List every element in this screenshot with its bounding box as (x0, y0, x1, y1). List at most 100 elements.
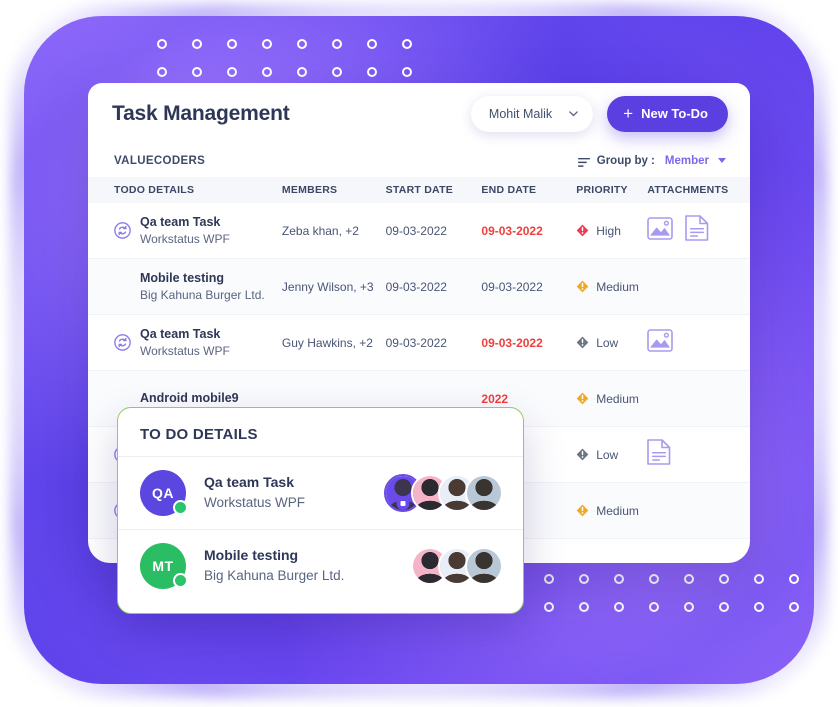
document-attachment-icon[interactable] (685, 215, 709, 246)
priority-diamond-icon (576, 392, 589, 405)
new-todo-label: New To-Do (641, 106, 708, 121)
decorative-dot (157, 39, 167, 49)
column-header-start-date: START DATE (385, 184, 454, 196)
popup-initials-label: QA (152, 485, 174, 501)
cell-todo-details: Qa team Task Workstatus WPF (114, 325, 282, 361)
table-subheader-bar: VALUECODERS Group by : Member (88, 144, 750, 177)
page-title: Task Management (112, 101, 290, 125)
popup-list-item[interactable]: MT Mobile testing Big Kahuna Burger Ltd. (118, 529, 523, 602)
decorative-dot-grid-bottom (544, 574, 799, 612)
user-select-dropdown[interactable]: Mohit Malik (470, 95, 594, 132)
task-text-group: Android mobile9 (140, 389, 239, 407)
cell-start-date: 09-03-2022 (385, 335, 447, 350)
document-attachment-icon[interactable] (647, 439, 671, 470)
priority-label: Low (596, 335, 619, 350)
cell-start-date: 09-03-2022 (385, 223, 447, 238)
decorative-dot (192, 67, 202, 77)
decorative-dot (579, 574, 589, 584)
decorative-dot (544, 602, 554, 612)
priority-label: Low (596, 447, 619, 462)
popup-task-subtitle: Workstatus WPF (204, 495, 306, 511)
decorative-dot (684, 602, 694, 612)
popup-initials-avatar: MT (140, 543, 188, 589)
cell-start-date: 09-03-2022 (385, 279, 447, 294)
sort-lines-icon (577, 155, 591, 167)
image-attachment-icon[interactable] (647, 328, 674, 357)
caret-down-icon (718, 158, 726, 163)
cell-priority: Medium (576, 392, 647, 406)
table-row[interactable]: Qa team Task Workstatus WPF Zeba khan, +2 0… (88, 203, 750, 259)
decorative-dot (332, 39, 342, 49)
priority-diamond-icon (576, 280, 589, 293)
decorative-dot (754, 574, 764, 584)
cell-todo-details: Qa team Task Workstatus WPF (114, 213, 282, 249)
task-subtitle: Workstatus WPF (140, 231, 230, 246)
decorative-dot (614, 602, 624, 612)
decorative-dot (262, 67, 272, 77)
group-by-control[interactable]: Group by : Member (577, 154, 726, 167)
avatar (465, 547, 503, 585)
decorative-dot (157, 67, 167, 77)
online-status-dot (173, 500, 188, 515)
task-name: Android mobile9 (140, 391, 239, 406)
cell-members: Zeba khan, +2 (281, 223, 359, 238)
online-status-dot (173, 573, 188, 588)
column-header-end-date: END DATE (481, 184, 537, 196)
cell-end-date: 09-03-2022 (481, 223, 543, 238)
cell-attachments (647, 439, 750, 470)
task-text-group: Qa team Task Workstatus WPF (140, 213, 230, 249)
column-header-attachments: ATTACHMENTS (647, 184, 729, 196)
group-by-value: Member (664, 154, 709, 167)
task-text-group: Qa team Task Workstatus WPF (140, 325, 230, 361)
priority-diamond-icon (576, 504, 589, 517)
cell-end-date: 09-03-2022 (481, 335, 543, 350)
decorative-dot (649, 574, 659, 584)
cell-end-date: 2022 (481, 391, 509, 406)
decorative-dot (719, 574, 729, 584)
cell-todo-details: Android mobile9 (114, 389, 282, 407)
app-header: Task Management Mohit Malik + New To-Do (88, 83, 750, 144)
decorative-dot (192, 39, 202, 49)
popup-list-item[interactable]: QA Qa team Task Workstatus WPF (118, 456, 523, 529)
decorative-dot (544, 574, 554, 584)
header-actions: Mohit Malik + New To-Do (470, 95, 728, 132)
decorative-dot (227, 39, 237, 49)
sync-status-icon[interactable] (114, 222, 131, 239)
task-subtitle: Big Kahuna Burger Ltd. (140, 287, 265, 302)
popup-task-name: Qa team Task (204, 473, 295, 490)
image-attachment-icon[interactable] (647, 216, 674, 245)
decorative-dot (262, 39, 272, 49)
priority-diamond-icon (576, 224, 589, 237)
user-name-label: Mohit Malik (488, 106, 553, 121)
decorative-dot-grid-top (157, 39, 412, 77)
organization-name: VALUECODERS (114, 154, 206, 167)
popup-title: TO DO DETAILS (140, 426, 258, 443)
task-name: Mobile testing (140, 270, 225, 285)
table-row[interactable]: Mobile testing Big Kahuna Burger Ltd. Jenn… (88, 259, 750, 315)
cell-priority: Low (576, 448, 647, 462)
task-name: Qa team Task (140, 326, 221, 341)
decorative-dot (649, 602, 659, 612)
popup-task-subtitle: Big Kahuna Burger Ltd. (204, 568, 345, 584)
new-todo-button[interactable]: + New To-Do (607, 95, 728, 132)
cell-priority: High (576, 224, 647, 238)
chevron-down-icon (568, 108, 579, 119)
decorative-dot (789, 602, 799, 612)
decorative-dot (402, 67, 412, 77)
avatar-stack (384, 474, 503, 512)
table-column-headers: TODO DETAILS MEMBERS START DATE END DATE… (88, 177, 750, 203)
column-header-priority: PRIORITY (576, 184, 628, 196)
decorative-dot (367, 39, 377, 49)
priority-diamond-icon (576, 336, 589, 349)
decorative-dot (614, 574, 624, 584)
cell-priority: Medium (576, 280, 647, 294)
popup-initials-avatar: QA (140, 470, 188, 516)
table-row[interactable]: Qa team Task Workstatus WPF Guy Hawkins, +… (88, 315, 750, 371)
sync-status-icon[interactable] (114, 334, 131, 351)
column-header-members: MEMBERS (281, 184, 338, 196)
avatar-photo (467, 549, 501, 583)
popup-text-group: Mobile testing Big Kahuna Burger Ltd. (204, 545, 344, 588)
group-by-label: Group by : (596, 154, 655, 167)
cell-attachments (647, 215, 750, 246)
decorative-dot (402, 39, 412, 49)
